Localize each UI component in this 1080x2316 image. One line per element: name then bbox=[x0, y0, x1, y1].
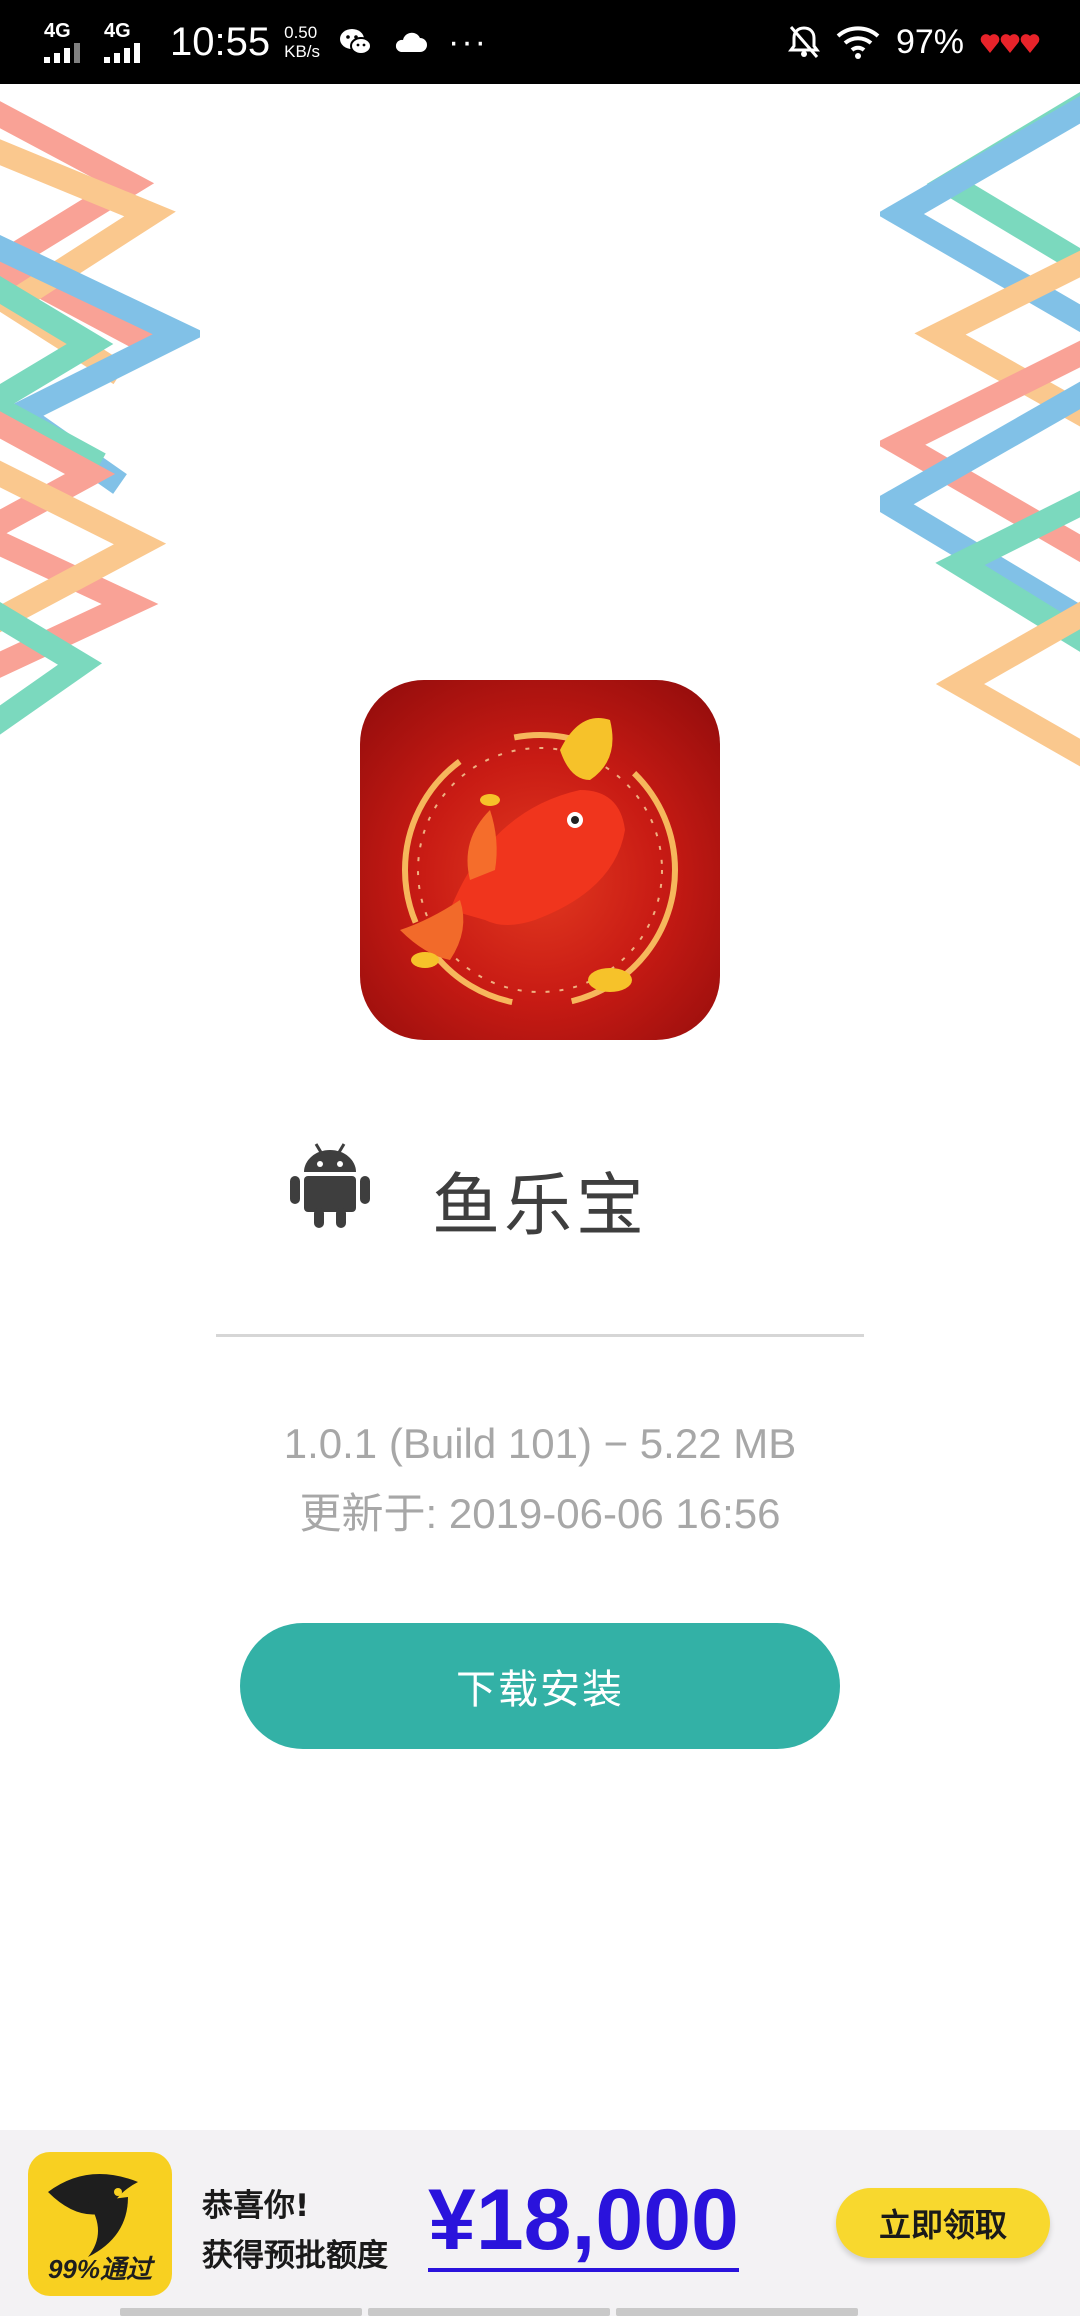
status-bar-right: 97% bbox=[787, 0, 1040, 84]
cellular-signal-1: 4G bbox=[44, 21, 94, 63]
ad-logo-text: 99%通过 bbox=[47, 2254, 153, 2284]
ad-page-indicator bbox=[120, 2308, 858, 2316]
ad-subtitle: 获得预批额度 bbox=[202, 2238, 388, 2274]
network-speed: 0.50 KB/s bbox=[284, 23, 320, 61]
status-bar: 4G 4G 10:55 0.50 KB/s ··· 97% bbox=[0, 0, 1080, 84]
ad-congrats-text: 恭喜你! bbox=[202, 2188, 310, 2224]
page-indicator-segment bbox=[368, 2308, 610, 2316]
heart-battery-icon bbox=[980, 34, 1040, 53]
ad-logo: 99%通过 bbox=[28, 2152, 172, 2296]
download-install-button[interactable]: 下载安装 bbox=[240, 1623, 840, 1749]
wechat-icon bbox=[340, 29, 373, 55]
cellular-signal-2: 4G bbox=[104, 21, 154, 63]
wifi-icon bbox=[836, 26, 880, 59]
signal-bars-icon bbox=[44, 41, 80, 63]
decorative-ribbons-right bbox=[880, 92, 1080, 767]
ad-amount[interactable]: ¥18,000 bbox=[428, 2172, 739, 2272]
app-name: 鱼乐宝 bbox=[432, 1167, 649, 1246]
claim-now-button[interactable]: 立即领取 bbox=[836, 2188, 1050, 2258]
network-speed-unit: KB/s bbox=[284, 42, 321, 61]
status-bar-left: 4G 4G 10:55 0.50 KB/s ··· bbox=[44, 0, 488, 84]
page-indicator-segment bbox=[616, 2308, 858, 2316]
android-icon bbox=[290, 1143, 370, 1228]
version-info: 1.0.1 (Build 101) − 5.22 MB bbox=[283, 1420, 797, 1467]
decorative-ribbons-left bbox=[0, 101, 200, 735]
network-speed-value: 0.50 bbox=[284, 23, 318, 42]
divider bbox=[216, 1334, 864, 1337]
app-icon bbox=[360, 680, 720, 1040]
bird-logo-icon bbox=[48, 2174, 138, 2257]
network-type-label: 4G bbox=[104, 20, 131, 42]
signal-bars-icon bbox=[104, 41, 140, 63]
page-indicator-segment bbox=[120, 2308, 362, 2316]
more-notifications-icon: ··· bbox=[448, 22, 488, 61]
updated-date: 更新于: 2019-06-06 16:56 bbox=[299, 1490, 781, 1537]
koi-fish-icon bbox=[400, 718, 678, 1008]
cloud-icon bbox=[395, 32, 428, 52]
mute-bell-icon bbox=[787, 26, 820, 58]
ad-banner[interactable]: 99%通过 恭喜你! 获得预批额度 ¥18,000 立即领取 bbox=[0, 2130, 1080, 2316]
battery-percentage: 97% bbox=[895, 22, 964, 61]
network-type-label: 4G bbox=[44, 20, 71, 42]
clock: 10:55 bbox=[170, 19, 271, 64]
